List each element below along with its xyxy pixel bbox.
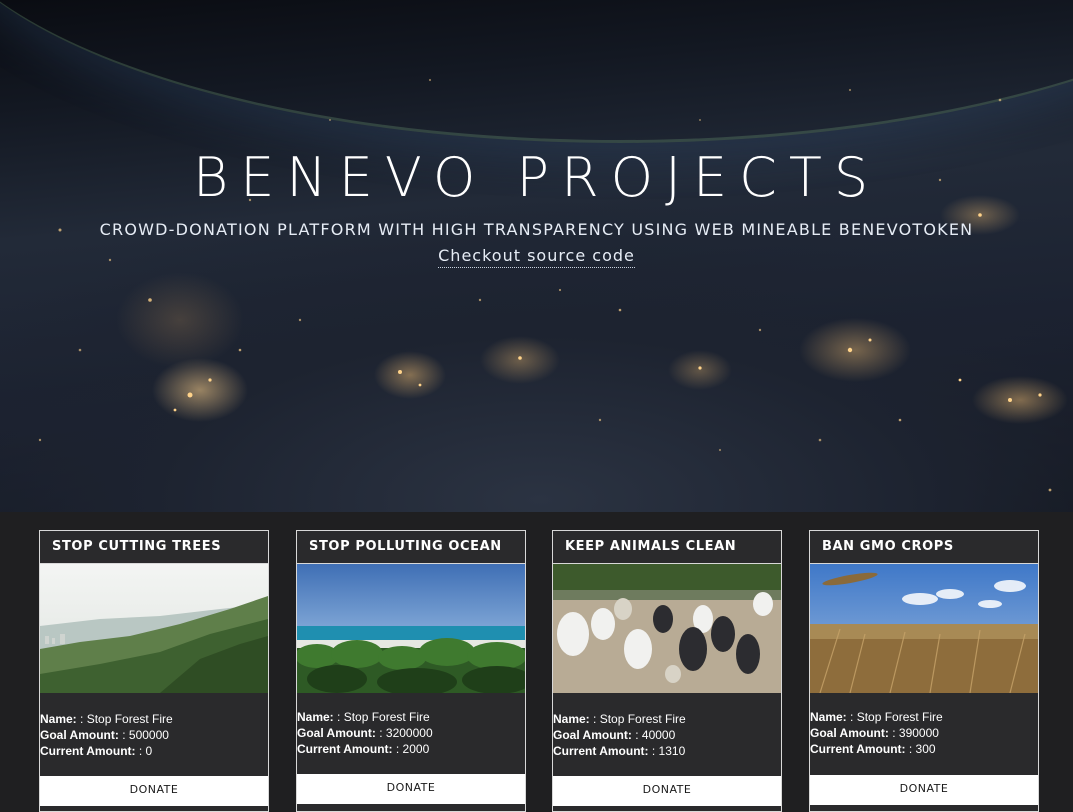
name-label: Name: xyxy=(810,710,847,724)
current-amount: : 300 xyxy=(908,742,936,756)
project-title: Stop Cutting Trees xyxy=(40,531,268,564)
project-title: Ban GMO Crops xyxy=(810,531,1038,564)
hero-banner: BENEVO PROJECTS Crowd-donation platform … xyxy=(0,0,1073,512)
goal-amount: : 500000 xyxy=(122,728,169,742)
project-name: : Stop Forest Fire xyxy=(80,712,173,726)
forest-hillside-photo xyxy=(40,564,268,693)
goal-amount: : 40000 xyxy=(635,728,676,742)
project-cards: Stop Cutting Trees Name: : Stop Forest F… xyxy=(0,530,1073,812)
current-label: Current Amount: xyxy=(40,744,136,758)
tropical-beach-photo xyxy=(297,564,525,693)
source-code-link[interactable]: Checkout source code xyxy=(438,246,635,268)
current-amount: : 0 xyxy=(138,744,153,758)
project-card: Stop Cutting Trees Name: : Stop Forest F… xyxy=(39,530,269,812)
donate-button[interactable]: Donate xyxy=(810,775,1038,805)
project-title: Stop Polluting Ocean xyxy=(297,531,525,564)
goal-label: Goal Amount: xyxy=(297,726,376,740)
name-label: Name: xyxy=(297,710,334,724)
ducks-farm-photo xyxy=(553,564,781,693)
source-code-link-wrap: Checkout source code xyxy=(0,246,1073,268)
name-label: Name: xyxy=(40,712,77,726)
project-title: Keep Animals Clean xyxy=(553,531,781,564)
current-amount: : 1310 xyxy=(651,744,686,758)
wheat-field-photo xyxy=(810,564,1038,693)
donate-button[interactable]: Donate xyxy=(553,776,781,806)
current-label: Current Amount: xyxy=(553,744,649,758)
project-info: Name: : Stop Forest Fire Goal Amount: : … xyxy=(810,693,1038,757)
project-name: : Stop Forest Fire xyxy=(593,712,686,726)
project-info: Name: : Stop Forest Fire Goal Amount: : … xyxy=(40,693,268,759)
donate-button[interactable]: Donate xyxy=(40,776,268,806)
project-card: Keep Animals Clean Name: : Stop Forest F… xyxy=(552,530,782,812)
project-info: Name: : Stop Forest Fire Goal Amount: : … xyxy=(297,693,525,757)
goal-label: Goal Amount: xyxy=(40,728,119,742)
project-name: : Stop Forest Fire xyxy=(337,710,430,724)
current-label: Current Amount: xyxy=(297,742,393,756)
project-info: Name: : Stop Forest Fire Goal Amount: : … xyxy=(553,693,781,759)
project-name: : Stop Forest Fire xyxy=(850,710,943,724)
current-amount: : 2000 xyxy=(395,742,430,756)
project-card: Ban GMO Crops Name: : Stop Forest Fire G… xyxy=(809,530,1039,812)
goal-label: Goal Amount: xyxy=(553,728,632,742)
goal-amount: : 3200000 xyxy=(379,726,433,740)
page-title: BENEVO PROJECTS xyxy=(192,146,881,209)
goal-label: Goal Amount: xyxy=(810,726,889,740)
current-label: Current Amount: xyxy=(810,742,906,756)
tagline: Crowd-donation platform with high transp… xyxy=(99,220,974,239)
goal-amount: : 390000 xyxy=(892,726,939,740)
name-label: Name: xyxy=(553,712,590,726)
project-card: Stop Polluting Ocean Name: : Stop Forest… xyxy=(296,530,526,812)
